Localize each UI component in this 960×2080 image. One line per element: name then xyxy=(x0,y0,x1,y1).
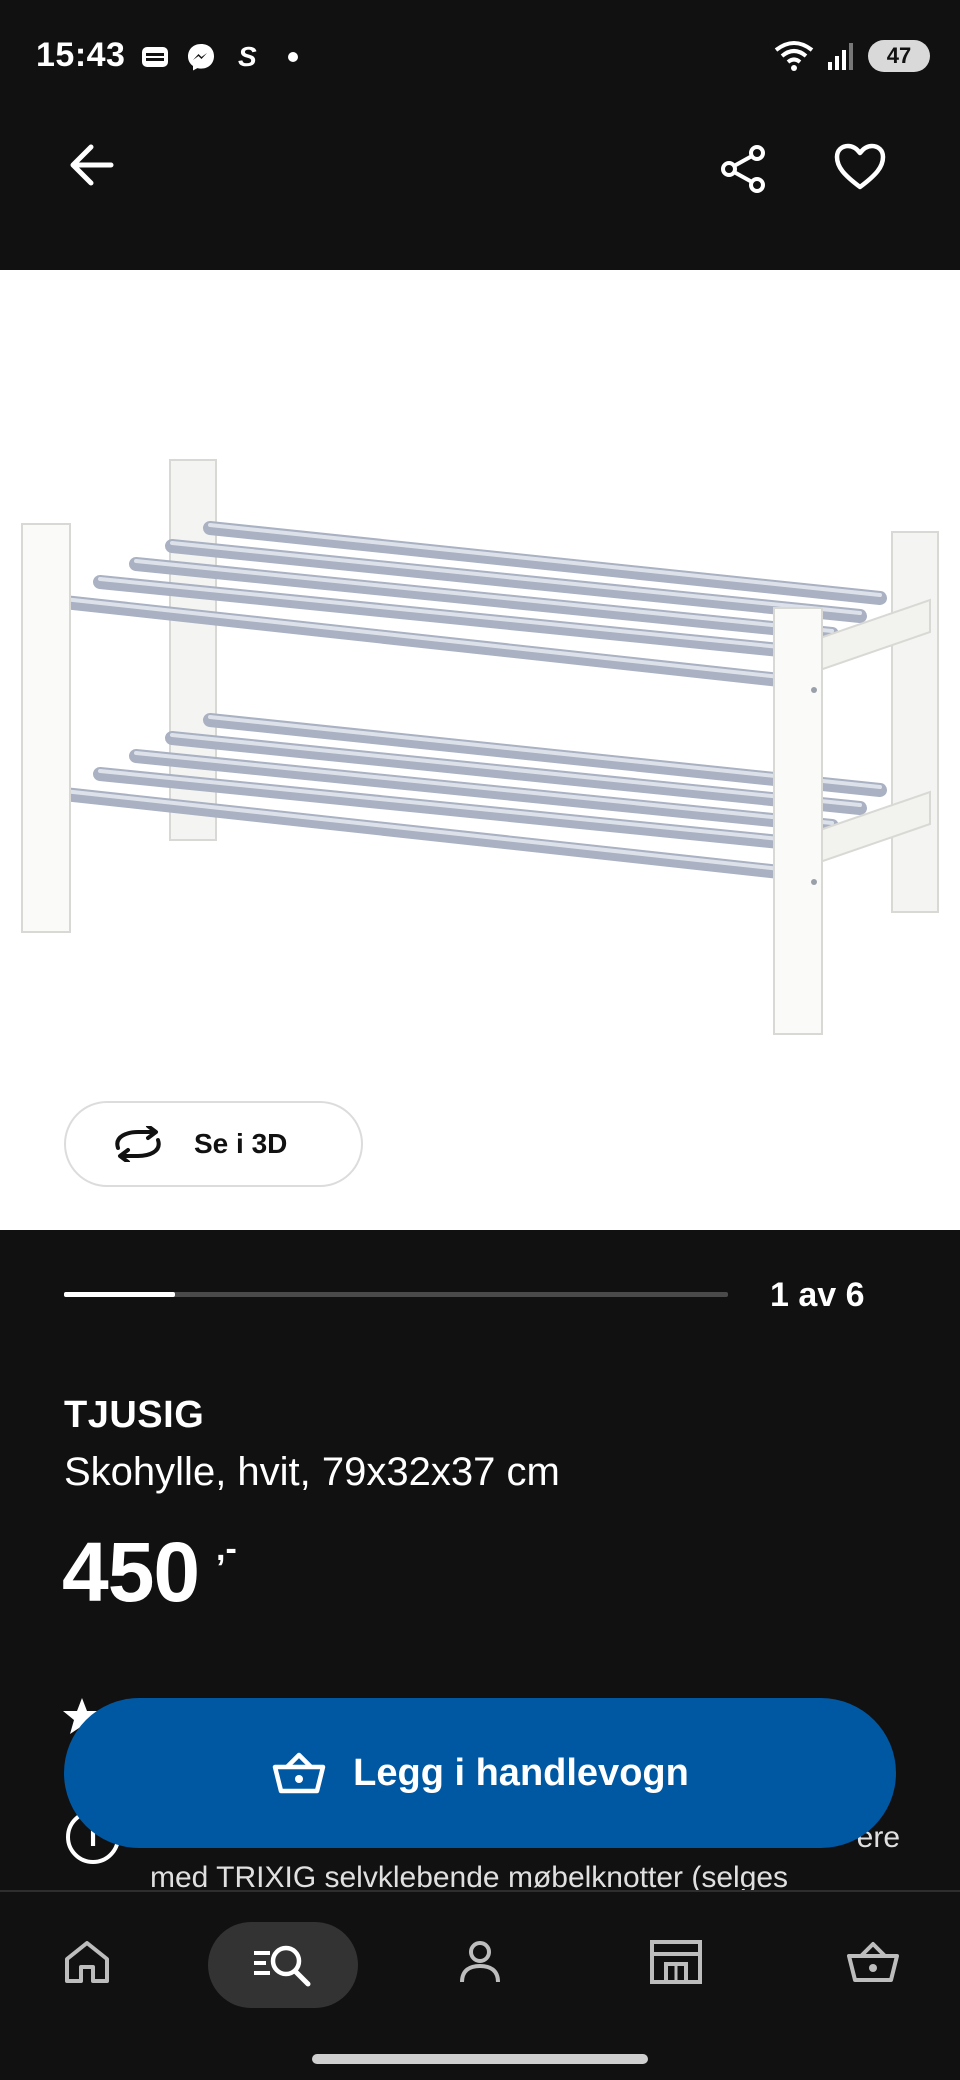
status-bar: 15:43 S 47 xyxy=(0,0,960,120)
product-price: 450 xyxy=(62,1525,200,1619)
nav-basket[interactable] xyxy=(833,1922,913,2002)
nav-home[interactable] xyxy=(47,1922,127,2002)
gallery-progress xyxy=(64,1292,728,1297)
svg-text:S: S xyxy=(238,42,257,72)
nav-profile[interactable] xyxy=(440,1922,520,2002)
back-button[interactable] xyxy=(67,143,115,192)
basket-icon xyxy=(272,1752,326,1794)
shoe-rack-image xyxy=(21,459,939,1035)
store-icon xyxy=(650,1940,702,1984)
wallet-icon xyxy=(140,42,170,72)
s-icon: S xyxy=(232,42,262,72)
messenger-icon xyxy=(186,42,216,72)
view-3d-button[interactable]: Se i 3D xyxy=(64,1101,363,1187)
status-time: 15:43 xyxy=(36,36,126,74)
view-3d-label: Se i 3D xyxy=(194,1128,288,1159)
price-suffix: ,- xyxy=(216,1530,237,1568)
favorite-button[interactable] xyxy=(834,143,886,196)
search-icon xyxy=(254,1945,311,1987)
status-notification-icons: S xyxy=(140,42,308,72)
product-description: Skohylle, hvit, 79x32x37 cm xyxy=(64,1450,560,1494)
gallery-counter: 1 av 6 xyxy=(770,1276,865,1314)
product-name: TJUSIG xyxy=(64,1394,205,1436)
home-icon xyxy=(65,1941,109,1983)
signal-icon xyxy=(828,43,853,70)
product-image[interactable] xyxy=(0,270,960,1230)
dot-icon xyxy=(278,42,308,72)
rotate-3d-icon xyxy=(115,1126,161,1162)
home-indicator[interactable] xyxy=(312,2054,648,2064)
battery-indicator: 47 xyxy=(868,40,930,72)
wifi-icon xyxy=(774,41,814,71)
heart-icon xyxy=(834,143,886,190)
arrow-left-icon xyxy=(70,144,114,186)
nav-search[interactable] xyxy=(208,1922,358,2008)
status-system-icons: 47 xyxy=(774,40,930,72)
gallery-progress-fill xyxy=(64,1292,175,1297)
share-icon xyxy=(721,145,765,193)
app-bar xyxy=(0,120,960,270)
share-button[interactable] xyxy=(717,143,769,200)
nav-store[interactable] xyxy=(636,1922,716,2002)
add-to-cart-label: Legg i handlevogn xyxy=(353,1751,689,1794)
add-to-cart-button[interactable]: Legg i handlevogn xyxy=(64,1698,896,1848)
profile-icon xyxy=(460,1941,500,1983)
basket-nav-icon xyxy=(847,1942,899,1982)
